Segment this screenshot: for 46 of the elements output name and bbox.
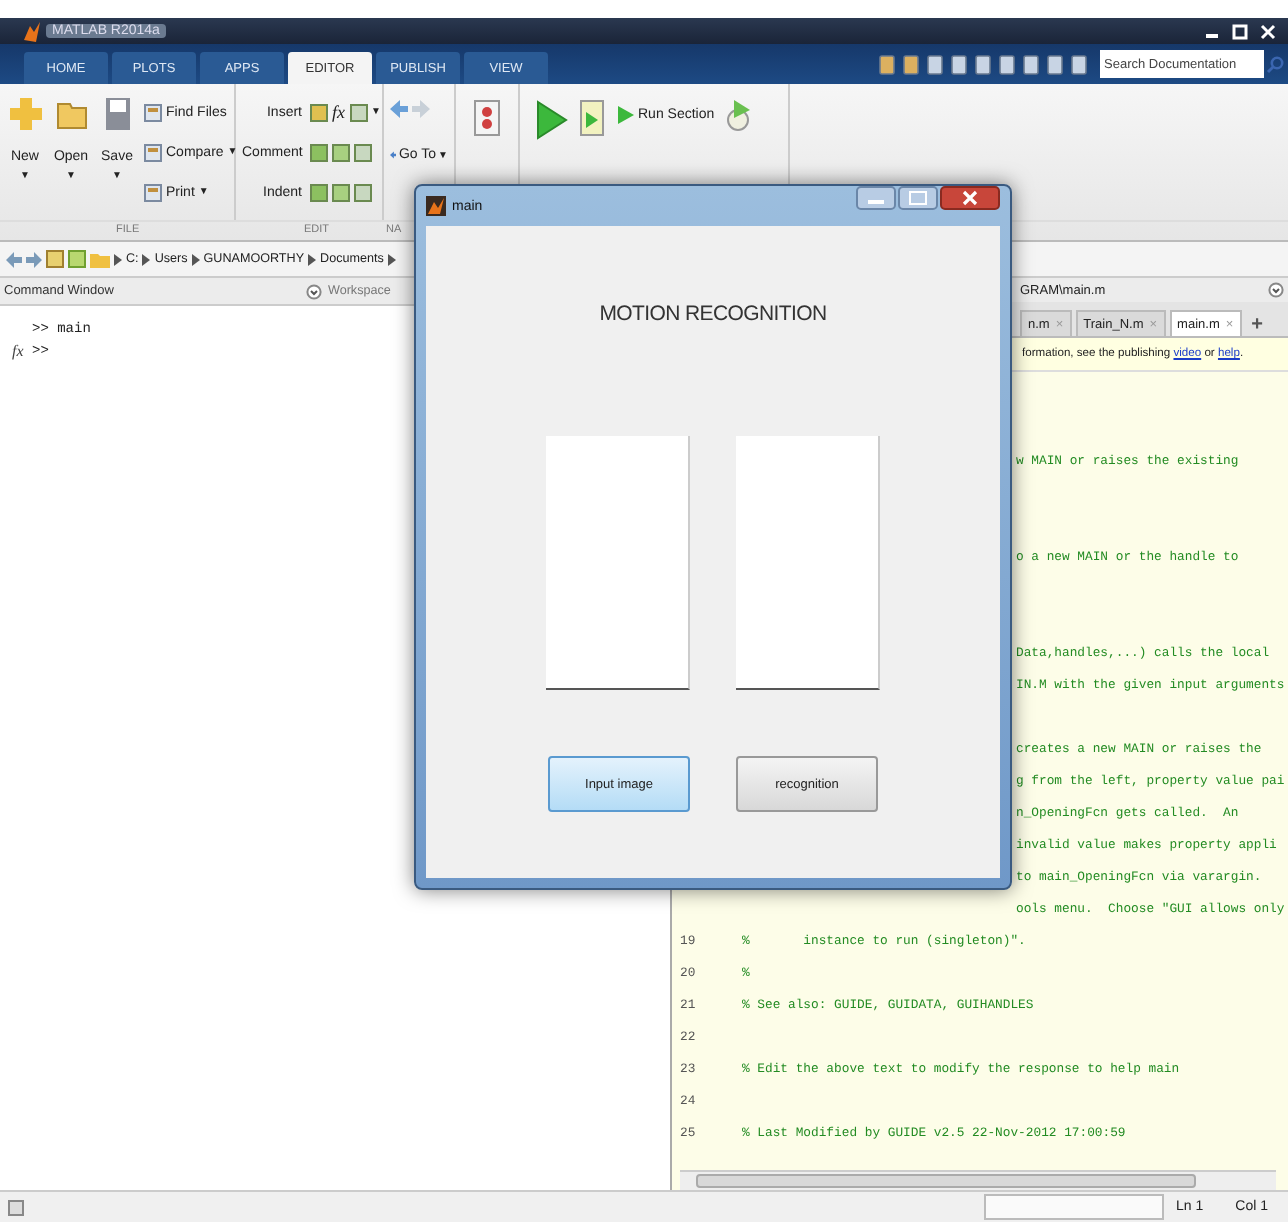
chevron-icon bbox=[308, 253, 317, 265]
toolbar-icon[interactable] bbox=[1046, 53, 1064, 75]
advance-icon[interactable] bbox=[726, 100, 751, 132]
toolbar-icon[interactable] bbox=[974, 53, 992, 75]
maximize-icon[interactable] bbox=[1228, 21, 1252, 41]
panel-menu-icon[interactable] bbox=[306, 283, 322, 299]
chevron-icon bbox=[191, 253, 200, 265]
function-browser-button[interactable]: fx bbox=[12, 342, 32, 360]
new-file-icon bbox=[9, 96, 41, 132]
search-icon[interactable] bbox=[1266, 55, 1284, 73]
back-arrow-icon[interactable] bbox=[6, 251, 22, 267]
forward-arrow-icon[interactable] bbox=[26, 251, 42, 267]
save-icon bbox=[101, 96, 133, 132]
browse-folder-icon[interactable] bbox=[68, 250, 86, 268]
close-icon[interactable] bbox=[940, 186, 1000, 210]
folder-icon bbox=[90, 249, 110, 269]
breakpoint-icon[interactable] bbox=[474, 100, 500, 136]
run-icon[interactable] bbox=[536, 100, 568, 140]
toolbar-icon[interactable] bbox=[926, 53, 944, 75]
play-icon bbox=[616, 106, 634, 124]
document-icon bbox=[144, 143, 162, 161]
panel-menu-icon[interactable] bbox=[1268, 282, 1284, 298]
toolbar-icon[interactable] bbox=[878, 53, 896, 75]
status-icon bbox=[8, 1199, 24, 1215]
run-and-advance-icon[interactable] bbox=[580, 100, 604, 136]
toolbar-icon[interactable] bbox=[998, 53, 1016, 75]
chevron-icon bbox=[114, 253, 122, 265]
dialog-heading: MOTION RECOGNITION bbox=[599, 302, 827, 326]
up-folder-icon[interactable] bbox=[46, 250, 64, 268]
close-icon[interactable] bbox=[1256, 21, 1280, 41]
toolstrip-icon[interactable] bbox=[349, 103, 367, 122]
new-tab-button[interactable]: + bbox=[1245, 314, 1269, 336]
toolbar-icon[interactable] bbox=[902, 53, 920, 75]
toolbar-icon[interactable] bbox=[1022, 53, 1040, 75]
document-icon bbox=[144, 183, 162, 201]
chevron-icon bbox=[142, 253, 151, 265]
document-icon bbox=[144, 103, 162, 121]
toolbar-icon[interactable] bbox=[950, 53, 968, 75]
logo-icon bbox=[24, 21, 40, 41]
toolbar-icon[interactable] bbox=[1070, 53, 1088, 75]
chevron-icon bbox=[387, 253, 396, 265]
horizontal-scrollbar[interactable] bbox=[680, 1170, 1276, 1190]
app-icon bbox=[426, 196, 446, 216]
back-arrow-icon[interactable] bbox=[390, 100, 408, 118]
insert-function-button[interactable]: fx bbox=[332, 102, 345, 123]
toolstrip-icon[interactable] bbox=[310, 103, 328, 122]
